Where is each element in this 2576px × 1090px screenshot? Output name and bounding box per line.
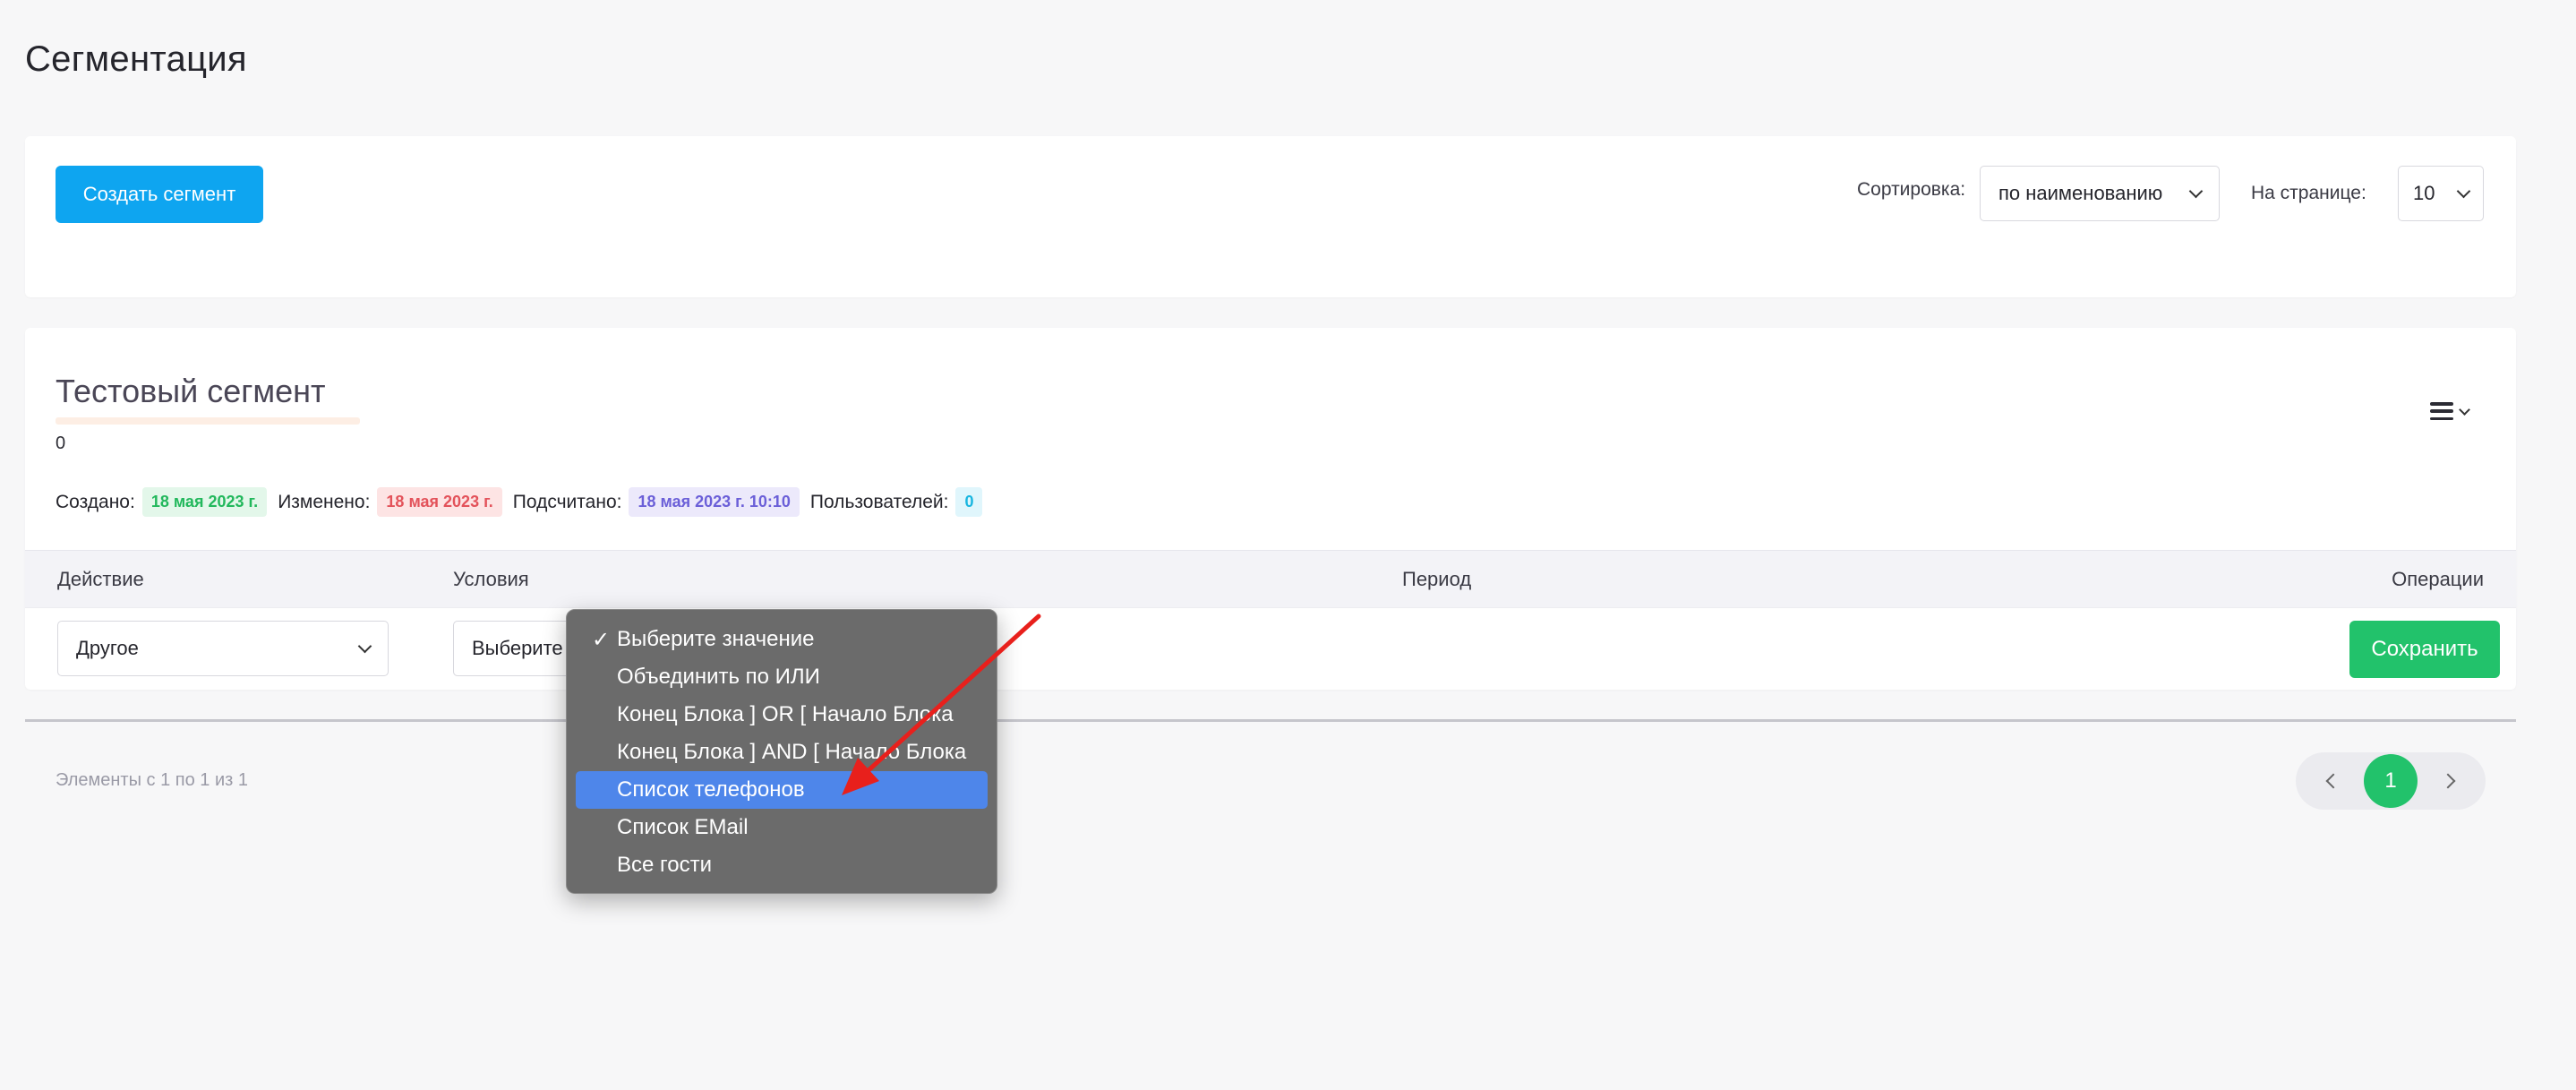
dropdown-item-or[interactable]: Объединить по ИЛИ [576,658,988,696]
calculated-label: Подсчитано: [512,491,622,512]
sort-select-value: по наименованию [1998,182,2163,204]
page-title: Сегментация [25,39,247,79]
dropdown-item-label: Список телефонов [617,777,805,802]
segment-description: 0 [56,433,66,453]
menu-icon [2430,402,2453,420]
divider [25,719,2516,722]
pagination-info: Элементы с 1 по 1 из 1 [56,770,248,790]
dropdown-item-label: Конец Блока ] OR [ Начало Блока [617,702,954,726]
dropdown-item-label: Список EMail [617,815,749,839]
created-label: Создано: [56,491,135,512]
users-badge: 0 [955,487,983,517]
chevron-down-icon [2188,184,2204,198]
per-page-select-value: 10 [2413,182,2435,204]
save-button[interactable]: Сохранить [2349,621,2500,678]
dropdown-item-all-guests[interactable]: Все гости [576,846,988,884]
segment-menu-button[interactable] [2430,398,2484,425]
dropdown-item-label: Все гости [617,853,712,877]
dropdown-item-block-or[interactable]: Конец Блока ] OR [ Начало Блока [576,696,988,734]
chevron-down-icon [357,639,372,653]
chevron-down-icon [2456,184,2471,198]
segment-title[interactable]: Тестовый сегмент [56,373,326,410]
calculated-badge: 18 мая 2023 г. 10:10 [629,487,800,517]
modified-badge: 18 мая 2023 г. [377,487,502,517]
dropdown-item-phone-list[interactable]: Список телефонов [576,771,988,809]
header-period: Период [1402,567,1472,590]
action-select-value: Другое [76,637,139,659]
chevron-right-icon[interactable] [2440,773,2456,789]
header-conditions: Условия [453,567,529,590]
create-segment-button[interactable]: Создать сегмент [56,166,263,223]
header-operations: Операции [2392,567,2484,590]
per-page-select[interactable]: 10 [2398,166,2484,221]
segment-card: Тестовый сегмент 0 Создано: 18 мая 2023 … [25,328,2516,690]
dropdown-item-label: Выберите значение [617,627,815,651]
pagination: 1 [2296,752,2486,810]
chevron-left-icon[interactable] [2325,773,2341,789]
chevron-down-icon [2459,403,2470,416]
modified-label: Изменено: [278,491,371,512]
created-badge: 18 мая 2023 г. [141,487,268,517]
sort-label: Сортировка: [1857,179,1966,200]
dropdown-item-block-and[interactable]: Конец Блока ] AND [ Начало Блока [576,734,988,771]
dropdown-item-label: Объединить по ИЛИ [617,665,820,689]
check-icon: ✓ [592,628,611,652]
dropdown-item-email-list[interactable]: Список EMail [576,809,988,846]
table-row: Другое Выберите Сохранить [25,607,2516,690]
users-label: Пользователей: [809,491,949,512]
header-action: Действие [57,567,144,590]
table-header: Действие Условия Период Операции [25,550,2516,607]
segment-title-underline [56,417,360,425]
segment-meta: Создано: 18 мая 2023 г. Изменено: 18 мая… [56,487,983,517]
page-button-current[interactable]: 1 [2364,754,2418,808]
sort-select[interactable]: по наименованию [1980,166,2220,221]
condition-dropdown-menu: ✓ Выберите значение Объединить по ИЛИ Ко… [566,609,997,894]
dropdown-item-select-value[interactable]: ✓ Выберите значение [576,621,988,658]
per-page-label: На странице: [2251,183,2366,203]
dropdown-item-label: Конец Блока ] AND [ Начало Блока [617,740,967,764]
action-select[interactable]: Другое [57,621,389,676]
toolbar-card: Создать сегмент Сортировка: по наименова… [25,136,2516,297]
